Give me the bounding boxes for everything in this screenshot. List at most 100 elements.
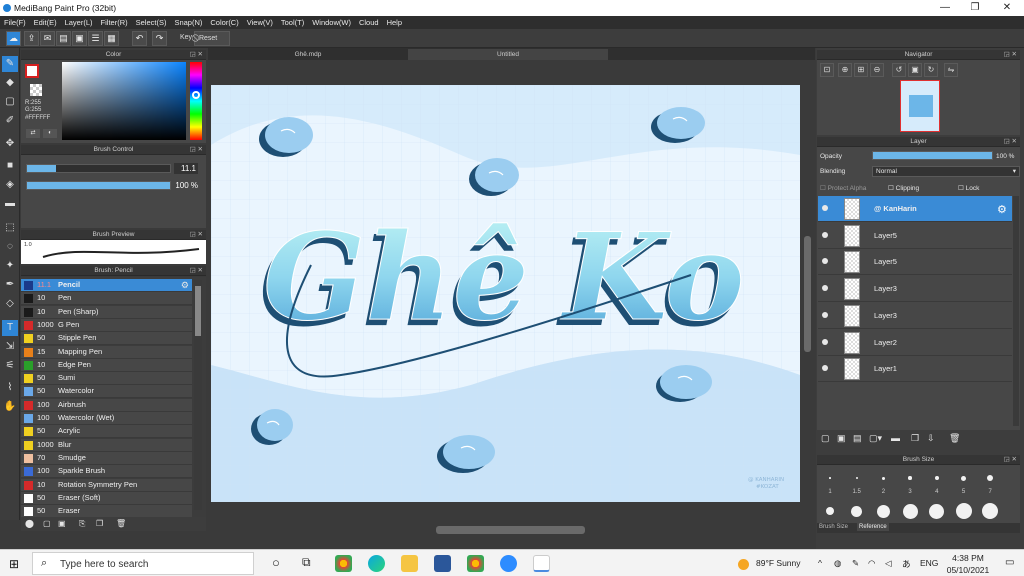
file-explorer-icon[interactable] — [401, 555, 418, 572]
brush-item[interactable]: 10 Rotation Symmetry Pen — [21, 478, 192, 492]
menu-filter[interactable]: Filter(R) — [97, 16, 132, 29]
add-brush-icon[interactable]: ⬤ — [25, 519, 34, 528]
layer-row[interactable]: Layer3 — [818, 276, 1012, 303]
rotate-right-icon[interactable]: ↻ — [924, 63, 938, 77]
color-mode-icon[interactable]: ◐ — [43, 129, 57, 138]
new-layer-icon[interactable]: ▢ — [821, 433, 830, 444]
brush-item[interactable]: 10 Pen (Sharp) — [21, 305, 192, 319]
panel-close-icon[interactable]: ◲ ✕ — [1004, 137, 1017, 147]
redo-icon[interactable]: ↷ — [152, 31, 167, 46]
layer-visibility-icon[interactable] — [822, 285, 828, 292]
brush-size-preset-dot[interactable] — [829, 477, 831, 479]
message-icon[interactable]: ▤ — [56, 31, 71, 46]
taskbar-search-box[interactable]: ⌕ Type here to search — [32, 552, 254, 575]
ime-icon[interactable]: あ — [902, 558, 911, 570]
shape-tool-icon[interactable]: ■ — [2, 158, 18, 174]
duplicate-layer-icon[interactable]: ❐ — [911, 433, 919, 444]
brush-size-slider[interactable] — [26, 164, 171, 173]
menu-window[interactable]: Window(W) — [308, 16, 355, 29]
brush-size-preset-large-dot[interactable] — [876, 504, 890, 518]
layer-settings-gear-icon[interactable]: ⚙ — [997, 203, 1007, 216]
select-pen-tool-icon[interactable]: ✒ — [2, 277, 18, 293]
new-folder-icon[interactable]: ▬ — [891, 433, 900, 443]
foreground-color-swatch[interactable] — [25, 64, 39, 78]
delete-layer-icon[interactable]: 🗑 — [949, 433, 960, 444]
menu-snap[interactable]: Snap(N) — [170, 16, 206, 29]
layer-row[interactable]: Layer3 — [818, 302, 1012, 329]
magic-wand-tool-icon[interactable]: ✦ — [2, 258, 18, 274]
menu-edit[interactable]: Edit(E) — [30, 16, 61, 29]
menu-layer[interactable]: Layer(L) — [61, 16, 97, 29]
fill-tool-icon[interactable]: ◈ — [2, 177, 18, 193]
rotate-left-icon[interactable]: ↺ — [892, 63, 906, 77]
drawing-canvas[interactable]: Ghê Ghê Ko Ko @ KANHARIN #KOZAT — [211, 85, 800, 502]
layer-visibility-icon[interactable] — [822, 338, 828, 345]
network-tray-icon[interactable]: ◍ — [834, 558, 841, 569]
brush-list-scroll-thumb[interactable] — [195, 286, 201, 336]
layer-list-scrollbar[interactable] — [1013, 196, 1019, 426]
share-icon[interactable]: ⇪ — [24, 31, 39, 46]
brush-tool-icon[interactable]: ✎ — [2, 56, 18, 72]
undo-icon[interactable]: ↶ — [132, 31, 147, 46]
clock-time[interactable]: 4:38 PM — [948, 553, 988, 563]
brush-duplicate-icon[interactable]: ❐ — [96, 519, 103, 528]
pen-tool-icon[interactable]: ✐ — [2, 113, 18, 129]
zoom-actual-icon[interactable]: ⊞ — [854, 63, 868, 77]
brush-item[interactable]: 100 Watercolor (Wet) — [21, 412, 192, 425]
brush-size-preset-dot[interactable] — [934, 476, 939, 480]
windows-start-icon[interactable]: ⊞ — [9, 557, 19, 571]
brush-item[interactable]: 50 Sumi — [21, 372, 192, 386]
gradient-tool-icon[interactable]: ▬ — [2, 196, 18, 212]
brush-item[interactable]: 50 Watercolor — [21, 385, 192, 399]
medibang-taskbar-icon[interactable] — [533, 555, 550, 572]
brush-item[interactable]: 1000 Blur — [21, 438, 192, 452]
flip-icon[interactable]: ⇋ — [944, 63, 958, 77]
chrome-profile-icon[interactable] — [467, 555, 484, 572]
task-view-icon[interactable]: ⧉ — [302, 555, 311, 570]
background-color-swatch[interactable] — [30, 84, 42, 96]
canvas-horizontal-scroll-thumb[interactable] — [436, 526, 585, 534]
panel-icon[interactable]: ▣ — [72, 31, 87, 46]
new-layer-dropdown-icon[interactable]: ▢▾ — [869, 433, 882, 444]
layer-opacity-slider[interactable] — [872, 151, 993, 160]
comment-icon[interactable]: ✉ — [40, 31, 55, 46]
brush-item[interactable]: 70 Smudge — [21, 451, 192, 465]
layer-row[interactable]: Layer5 — [818, 222, 1012, 249]
brush-list-scrollbar[interactable] — [194, 280, 202, 510]
panel-close-icon[interactable]: ◲ ✕ — [1004, 50, 1017, 60]
navigator-thumbnail[interactable] — [900, 80, 940, 132]
wifi-icon[interactable]: ◠ — [868, 558, 875, 569]
brush-size-preset-large-dot[interactable] — [955, 503, 972, 519]
edge-icon[interactable] — [368, 555, 385, 572]
brush-size-value[interactable]: 11.1 — [174, 163, 198, 174]
hue-slider-handle[interactable] — [192, 91, 200, 99]
layer-visibility-icon[interactable] — [822, 205, 828, 211]
brush-item[interactable]: 1000 G Pen — [21, 318, 192, 332]
tray-chevron-icon[interactable]: ^ — [818, 558, 822, 568]
brush-item[interactable]: 11.1 Pencil ⚙ — [21, 279, 192, 292]
maximize-button[interactable]: ❐ — [960, 1, 990, 15]
brush-item[interactable]: 50 Acrylic — [21, 425, 192, 439]
fit-screen-icon[interactable]: ▣ — [908, 63, 922, 77]
move-tool-icon[interactable]: ✥ — [2, 136, 18, 152]
zoom-in-icon[interactable]: ⊕ — [838, 63, 852, 77]
layer-row[interactable]: Layer5 — [818, 249, 1012, 276]
zoom-out-icon[interactable]: ⊖ — [870, 63, 884, 77]
speaker-icon[interactable]: ◁ — [885, 558, 892, 569]
layer-visibility-icon[interactable] — [822, 258, 828, 265]
layer-visibility-icon[interactable] — [822, 311, 828, 318]
brush-size-preset-dot[interactable] — [961, 475, 966, 481]
brush-size-preset-large-dot[interactable] — [851, 505, 863, 517]
menu-color[interactable]: Color(C) — [206, 16, 242, 29]
panel-close-icon[interactable]: ◲ ✕ — [1004, 455, 1017, 465]
clock-date[interactable]: 05/10/2021 — [944, 565, 992, 575]
operation-tool-icon[interactable]: ⇲ — [2, 339, 18, 355]
notifications-icon[interactable]: ▭ — [1005, 557, 1014, 568]
layer-visibility-icon[interactable] — [822, 365, 828, 372]
layer-row[interactable]: @ KanHarin — [818, 196, 1012, 222]
brush-item[interactable]: 10 Pen — [21, 292, 192, 306]
select-eraser-tool-icon[interactable]: ◇ — [2, 296, 18, 312]
pen-tray-icon[interactable]: ✎ — [852, 558, 859, 569]
layer-visibility-icon[interactable] — [822, 231, 828, 238]
brush-item[interactable]: 50 Eraser (Soft) — [21, 491, 192, 505]
